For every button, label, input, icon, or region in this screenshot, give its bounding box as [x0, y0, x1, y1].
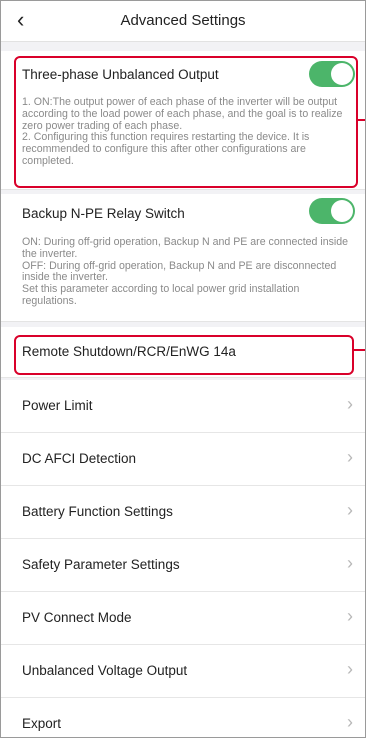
- menu-row-battery-function[interactable]: Battery Function Settings ›: [1, 486, 365, 539]
- chevron-right-icon: ›: [347, 712, 353, 732]
- page-title: Advanced Settings: [120, 12, 246, 29]
- chevron-right-icon: ›: [347, 659, 353, 679]
- menu-row-export[interactable]: Export ›: [1, 698, 365, 737]
- chevron-right-icon: ›: [347, 553, 353, 573]
- chevron-right-icon: ›: [347, 447, 353, 467]
- chevron-right-icon: ›: [347, 394, 353, 414]
- callout-line: [352, 349, 365, 351]
- menu-row-label: PV Connect Mode: [22, 610, 132, 625]
- menu-row-dc-afci[interactable]: DC AFCI Detection ›: [1, 433, 365, 486]
- backup-relay-description: ON: During off-grid operation, Backup N …: [22, 236, 354, 308]
- menu-row-label: Unbalanced Voltage Output: [22, 663, 188, 678]
- menu-row-unbalanced-voltage[interactable]: Unbalanced Voltage Output ›: [1, 645, 365, 698]
- chevron-right-icon: ›: [347, 606, 353, 626]
- backup-relay-section: Backup N-PE Relay Switch ON: During off-…: [1, 194, 365, 322]
- highlight-box-remote-shutdown: [14, 335, 354, 375]
- description-line: OFF: During off-grid operation, Backup N…: [22, 259, 337, 284]
- backup-relay-title: Backup N-PE Relay Switch: [22, 206, 185, 221]
- menu-row-label: Export: [22, 716, 62, 731]
- menu-row-power-limit[interactable]: Power Limit ›: [1, 380, 365, 433]
- menu-row-pv-connect-mode[interactable]: PV Connect Mode ›: [1, 592, 365, 645]
- header-bar: ‹ Advanced Settings: [1, 1, 365, 42]
- menu-row-label: Power Limit: [22, 398, 93, 413]
- menu-row-safety-parameter[interactable]: Safety Parameter Settings ›: [1, 539, 365, 592]
- menu-row-label: DC AFCI Detection: [22, 451, 137, 466]
- highlight-box-three-phase: [14, 56, 358, 188]
- chevron-right-icon: ›: [347, 500, 353, 520]
- menu-row-label: Safety Parameter Settings: [22, 557, 180, 572]
- app-screen: ‹ Advanced Settings Three-phase Unbalanc…: [0, 0, 366, 738]
- backup-relay-toggle[interactable]: [309, 198, 355, 224]
- description-line: Set this parameter according to local po…: [22, 283, 300, 307]
- menu-row-label: Battery Function Settings: [22, 504, 173, 519]
- toggle-knob: [331, 200, 353, 222]
- callout-line: [356, 119, 365, 121]
- description-line: ON: During off-grid operation, Backup N …: [22, 236, 349, 260]
